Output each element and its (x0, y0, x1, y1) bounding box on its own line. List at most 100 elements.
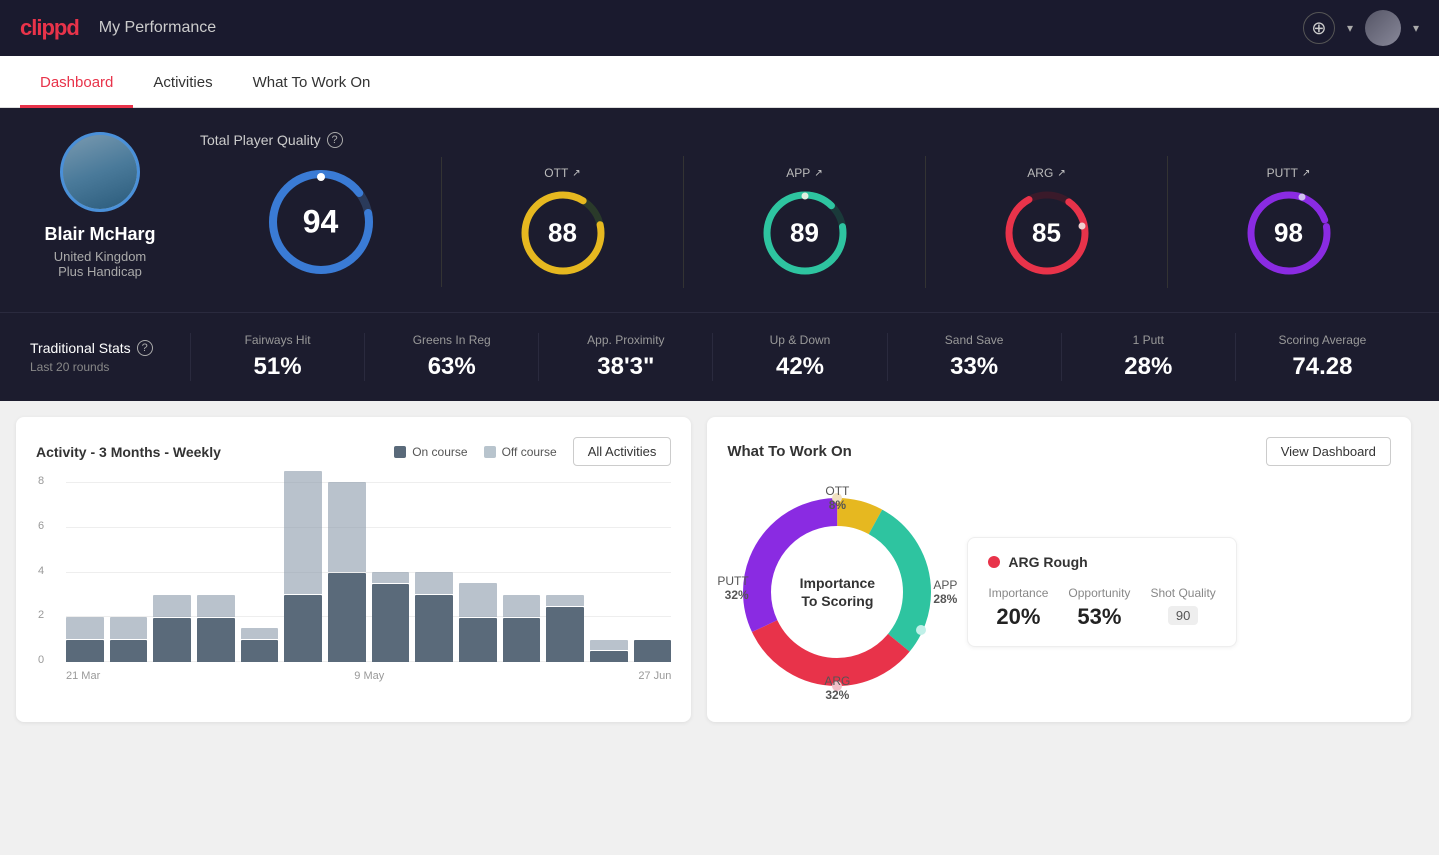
nav-tabs: Dashboard Activities What To Work On (0, 56, 1439, 108)
bar-on-seg (503, 618, 541, 662)
stat-1putt-value: 28% (1072, 353, 1225, 381)
stat-sandsave-value: 33% (898, 353, 1051, 381)
bar-on-seg (110, 640, 148, 662)
add-button[interactable]: ⊕ (1303, 12, 1335, 44)
stat-fairways-label: Fairways Hit (201, 333, 354, 347)
donut-chart: Importance To Scoring OTT 8% APP 28% ARG… (727, 482, 947, 702)
bar-on-seg (459, 618, 497, 662)
player-name: Blair McHarg (44, 224, 155, 245)
stat-updown-value: 42% (723, 353, 876, 381)
stat-updown-label: Up & Down (723, 333, 876, 347)
detail-importance: Importance 20% (988, 586, 1048, 630)
bar-group-9 (459, 583, 497, 662)
bar-on-seg (328, 573, 366, 663)
avatar-chevron-icon: ▾ (1413, 21, 1419, 35)
bar-on-seg (153, 618, 191, 662)
app-label: APP ↗ (786, 166, 822, 180)
activity-chart-panel: Activity - 3 Months - Weekly On course O… (16, 417, 691, 722)
putt-arrow-icon: ↗ (1302, 168, 1310, 179)
ott-label: OTT ↗ (544, 166, 580, 180)
main-score: 94 (200, 157, 442, 287)
bar-off-seg (415, 572, 453, 594)
stat-updown: Up & Down 42% (712, 333, 886, 381)
stat-sandsave: Sand Save 33% (887, 333, 1061, 381)
logo-text: clippd (20, 15, 79, 41)
bar-on-seg (66, 640, 104, 662)
all-activities-button[interactable]: All Activities (573, 437, 672, 466)
scores-row: 94 OTT ↗ 88 (200, 156, 1409, 288)
trad-stats-label: Traditional Stats ? Last 20 rounds (30, 340, 190, 374)
bar-group-2 (153, 595, 191, 663)
app-score: APP ↗ 89 (684, 156, 926, 288)
stat-scoring: Scoring Average 74.28 (1235, 333, 1409, 381)
player-scores-panel: Blair McHarg United Kingdom Plus Handica… (0, 108, 1439, 312)
ott-arrow-icon: ↗ (572, 168, 580, 179)
app-gauge: 89 (760, 188, 850, 278)
x-label-mar: 21 Mar (66, 670, 100, 682)
bar-on-seg (634, 640, 672, 663)
stat-scoring-value: 74.28 (1246, 353, 1399, 381)
seg-label-putt: PUTT 32% (717, 574, 748, 602)
app-score-value: 89 (790, 218, 819, 249)
bar-off-seg (459, 583, 497, 616)
bar-off-seg (153, 595, 191, 617)
scores-section: Total Player Quality ? 94 (200, 132, 1409, 288)
stat-proximity-label: App. Proximity (549, 333, 702, 347)
ott-score: OTT ↗ 88 (442, 156, 684, 288)
trad-stats-help-icon[interactable]: ? (137, 340, 153, 356)
bar-off-seg (66, 617, 104, 639)
detail-card: ARG Rough Importance 20% Opportunity 53%… (967, 537, 1236, 647)
arg-gauge: 85 (1002, 188, 1092, 278)
putt-label: PUTT ↗ (1267, 166, 1311, 180)
plus-circle-icon: ⊕ (1311, 18, 1326, 39)
bar-on-seg (590, 651, 628, 662)
trad-stats-title: Traditional Stats ? (30, 340, 190, 356)
detail-importance-label: Importance (988, 586, 1048, 600)
player-section: Blair McHarg United Kingdom Plus Handica… (30, 132, 1409, 288)
bar-group-10 (503, 595, 541, 663)
bar-on-seg (415, 595, 453, 662)
bar-on-seg (372, 584, 410, 662)
tpq-help-icon[interactable]: ? (327, 132, 343, 148)
main-score-value: 94 (303, 204, 339, 241)
x-label-jun: 27 Jun (638, 670, 671, 682)
detail-shotquality-badge: 90 (1168, 606, 1198, 625)
chart-legend: On course Off course All Activities (394, 437, 671, 466)
arg-label: ARG ↗ (1027, 166, 1065, 180)
bar-off-seg (328, 482, 366, 572)
player-country: United Kingdom (54, 249, 147, 264)
tab-dashboard[interactable]: Dashboard (20, 56, 133, 108)
player-handicap: Plus Handicap (58, 264, 142, 279)
stat-fairways: Fairways Hit 51% (190, 333, 364, 381)
main-gauge: 94 (266, 167, 376, 277)
ott-gauge: 88 (518, 188, 608, 278)
detail-metrics: Importance 20% Opportunity 53% Shot Qual… (988, 586, 1215, 630)
arg-score-value: 85 (1032, 218, 1061, 249)
bars-container (66, 482, 671, 662)
x-labels: 21 Mar 9 May 27 Jun (66, 670, 671, 682)
wtwo-content: Importance To Scoring OTT 8% APP 28% ARG… (727, 482, 1391, 702)
stat-fairways-value: 51% (201, 353, 354, 381)
tab-what-to-work-on[interactable]: What To Work On (233, 56, 391, 108)
avatar[interactable] (1365, 10, 1401, 46)
bar-group-7 (372, 572, 410, 662)
legend-off-dot (484, 446, 496, 458)
legend-on-label: On course (412, 445, 467, 459)
wtwo-title: What To Work On (727, 443, 851, 460)
bar-group-12 (590, 640, 628, 663)
stat-1putt-label: 1 Putt (1072, 333, 1225, 347)
legend-off-label: Off course (502, 445, 557, 459)
bar-on-seg (197, 618, 235, 662)
bottom-panels: Activity - 3 Months - Weekly On course O… (0, 401, 1439, 738)
header-right: ⊕ ▾ ▾ (1303, 10, 1419, 46)
arg-arrow-icon: ↗ (1057, 168, 1065, 179)
header-title: My Performance (99, 19, 216, 37)
seg-label-ott: OTT 8% (825, 484, 849, 512)
bar-off-seg (110, 617, 148, 639)
stat-gir: Greens In Reg 63% (364, 333, 538, 381)
x-label-may: 9 May (354, 670, 384, 682)
tab-activities[interactable]: Activities (133, 56, 232, 108)
bar-on-seg (284, 595, 322, 662)
view-dashboard-button[interactable]: View Dashboard (1266, 437, 1391, 466)
stat-gir-value: 63% (375, 353, 528, 381)
